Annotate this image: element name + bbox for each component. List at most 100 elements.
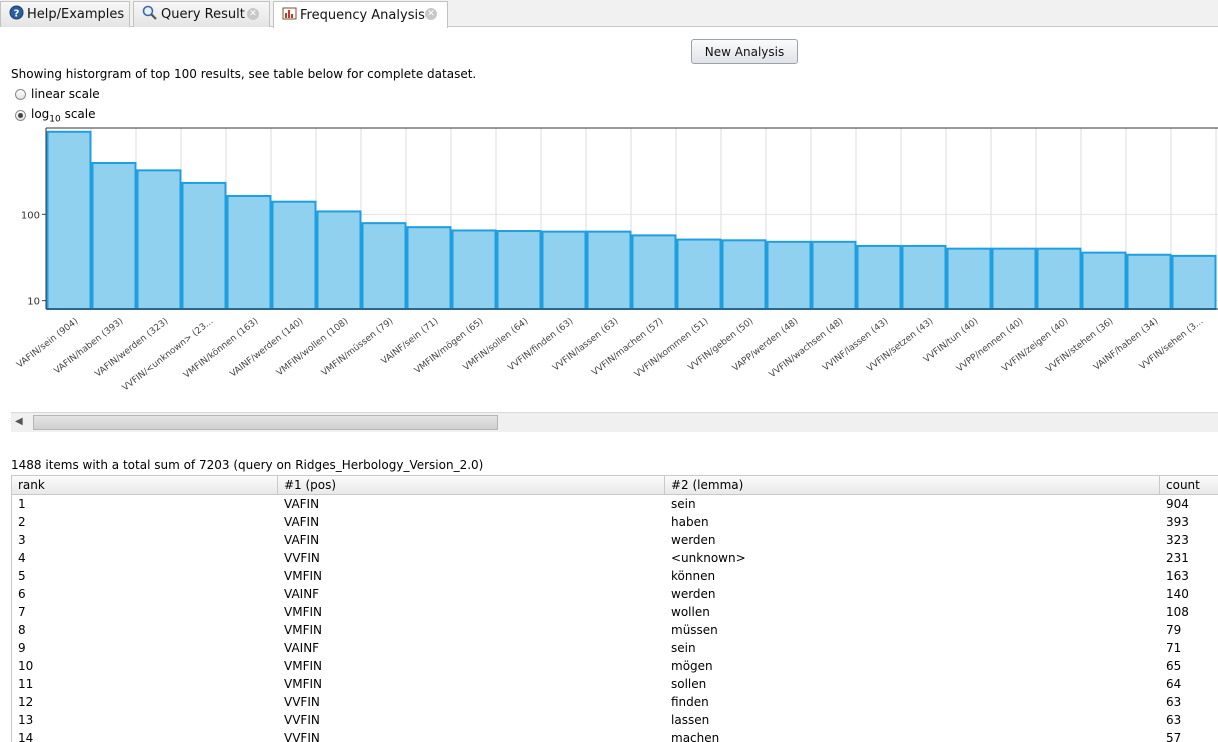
- histogram-info-text: Showing historgram of top 100 results, s…: [11, 67, 477, 81]
- cell-lemma: lassen: [671, 713, 710, 727]
- new-analysis-button[interactable]: New Analysis: [691, 39, 798, 64]
- histogram-bar: [856, 244, 902, 310]
- cell-pos: VAFIN: [284, 497, 320, 511]
- log-scale-radio[interactable]: [15, 110, 26, 122]
- histogram-bar: [181, 181, 227, 311]
- cell-count: 64: [1166, 677, 1182, 691]
- y-tick-label: 100: [21, 210, 40, 221]
- x-tick-label: VAINF/werden (140): [228, 316, 305, 379]
- linear-scale-radio[interactable]: [15, 88, 26, 100]
- cell-rank: 5: [18, 569, 26, 583]
- cell-count: 231: [1166, 551, 1189, 565]
- column-header-rank[interactable]: rank: [12, 476, 278, 494]
- close-tab-icon[interactable]: ✕: [425, 8, 437, 20]
- cell-rank: 1: [18, 497, 26, 511]
- cell-count: 71: [1166, 641, 1182, 655]
- histogram-bar: [1171, 254, 1217, 311]
- table-row[interactable]: 12 VVFIN finden 63: [12, 693, 1218, 711]
- table-row[interactable]: 11 VMFIN sollen 64: [12, 675, 1218, 693]
- histogram-bar: [631, 234, 677, 310]
- histogram-bar: [991, 247, 1037, 310]
- svg-text:?: ?: [14, 9, 20, 20]
- table-row[interactable]: 7 VMFIN wollen 108: [12, 603, 1218, 621]
- table-row[interactable]: 3 VAFIN werden 323: [12, 531, 1218, 549]
- cell-rank: 9: [18, 641, 26, 655]
- table-row[interactable]: 14 VVFIN machen 57: [12, 729, 1218, 742]
- table-row[interactable]: 5 VMFIN können 163: [12, 567, 1218, 585]
- tab-bar: ? Help/Examples Query Result ✕ Frequency…: [0, 0, 1218, 28]
- x-tick-label: VVFIN/<unknown> (23...: [121, 316, 216, 393]
- cell-count: 57: [1166, 731, 1182, 742]
- tab-query-result[interactable]: Query Result ✕: [133, 1, 270, 27]
- histogram-bar: [451, 229, 497, 310]
- histogram-bar: [586, 230, 632, 310]
- cell-count: 63: [1166, 713, 1182, 727]
- tab-frequency-analysis[interactable]: Frequency Analysis ✕: [273, 1, 448, 28]
- tab-label: Frequency Analysis: [300, 7, 425, 23]
- column-header-pos[interactable]: #1 (pos): [278, 476, 665, 494]
- table-row[interactable]: 13 VVFIN lassen 63: [12, 711, 1218, 729]
- histogram-bar: [1036, 247, 1082, 310]
- cell-count: 140: [1166, 587, 1189, 601]
- cell-rank: 6: [18, 587, 26, 601]
- cell-lemma: können: [671, 569, 716, 583]
- cell-pos: VVFIN: [284, 551, 320, 565]
- histogram-bar: [496, 230, 542, 310]
- histogram-bar: [406, 226, 452, 310]
- table-row[interactable]: 6 VAINF werden 140: [12, 585, 1218, 603]
- table-row[interactable]: 2 VAFIN haben 393: [12, 513, 1218, 531]
- table-row[interactable]: 8 VMFIN müssen 79: [12, 621, 1218, 639]
- tab-help-examples[interactable]: ? Help/Examples: [0, 1, 130, 27]
- cell-pos: VMFIN: [284, 605, 322, 619]
- chart-horizontal-scrollbar[interactable]: ◀: [11, 412, 1218, 432]
- cell-pos: VAINF: [284, 587, 320, 601]
- histogram-bar: [316, 210, 362, 310]
- tab-label: Query Result: [161, 7, 245, 22]
- cell-rank: 14: [18, 731, 34, 742]
- result-summary: 1488 items with a total sum of 7203 (que…: [11, 458, 484, 472]
- histogram-bar: [676, 238, 722, 310]
- cell-pos: VAINF: [284, 641, 320, 655]
- cell-count: 65: [1166, 659, 1182, 673]
- cell-lemma: haben: [671, 515, 709, 529]
- histogram-bar: [226, 195, 272, 310]
- x-tick-label: VAFIN/werden (323): [93, 316, 170, 379]
- cell-lemma: <unknown>: [671, 551, 746, 565]
- cell-lemma: sollen: [671, 677, 707, 691]
- help-icon: ?: [9, 5, 24, 24]
- cell-pos: VAFIN: [284, 515, 320, 529]
- cell-count: 163: [1166, 569, 1189, 583]
- cell-rank: 3: [18, 533, 26, 547]
- cell-pos: VMFIN: [284, 659, 322, 673]
- histogram-svg: 10100VAFIN/sein (904)VAFIN/haben (393)VA…: [15, 127, 1218, 394]
- linear-scale-label: linear scale: [31, 87, 100, 101]
- cell-pos: VVFIN: [284, 695, 320, 709]
- column-header-lemma[interactable]: #2 (lemma): [665, 476, 1160, 494]
- y-tick-label: 10: [27, 297, 40, 308]
- table-row[interactable]: 4 VVFIN <unknown> 231: [12, 549, 1218, 567]
- histogram-bar: [46, 130, 92, 310]
- close-tab-icon[interactable]: ✕: [247, 8, 259, 20]
- scroll-left-icon[interactable]: ◀: [15, 416, 23, 427]
- cell-pos: VMFIN: [284, 623, 322, 637]
- scrollbar-thumb[interactable]: [33, 415, 498, 430]
- cell-pos: VVFIN: [284, 713, 320, 727]
- cell-pos: VMFIN: [284, 677, 322, 691]
- histogram-bar: [721, 239, 767, 310]
- cell-pos: VAFIN: [284, 533, 320, 547]
- cell-lemma: sein: [671, 641, 696, 655]
- cell-lemma: machen: [671, 731, 720, 742]
- cell-count: 393: [1166, 515, 1189, 529]
- linear-scale-option[interactable]: linear scale: [15, 87, 100, 101]
- log-scale-option[interactable]: log10 scale: [15, 107, 95, 124]
- histogram-bar: [1126, 253, 1172, 310]
- histogram-chart: 10 100 VAFIN/sein (904) VAFIN/haben (393) VA…: [11, 126, 1218, 433]
- table-row[interactable]: 1 VAFIN sein 904: [12, 495, 1218, 513]
- cell-rank: 8: [18, 623, 26, 637]
- cell-lemma: mögen: [671, 659, 713, 673]
- table-row[interactable]: 9 VAINF sein 71: [12, 639, 1218, 657]
- table-row[interactable]: 10 VMFIN mögen 65: [12, 657, 1218, 675]
- magnifier-icon: [142, 5, 158, 24]
- log-scale-label: log10 scale: [31, 107, 96, 125]
- column-header-count[interactable]: count: [1160, 476, 1218, 494]
